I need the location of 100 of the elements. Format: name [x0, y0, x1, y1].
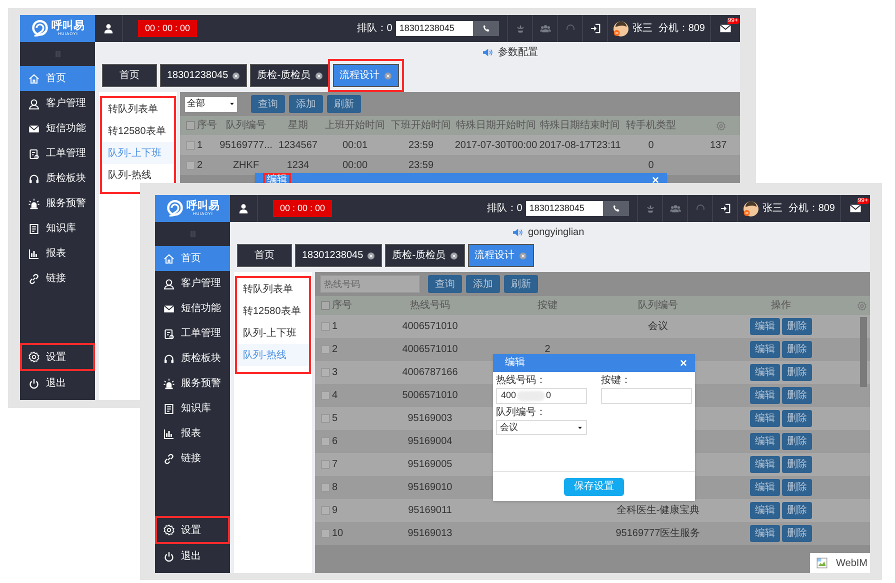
close-icon[interactable] [232, 72, 240, 80]
avatar-icon[interactable] [613, 20, 630, 36]
phone-number-field[interactable]: 18301238045 [526, 201, 604, 216]
submenu-item[interactable]: 转12580表单 [102, 120, 174, 142]
row-checkbox[interactable] [321, 483, 330, 492]
toolbar-button[interactable]: 添加 [466, 275, 500, 293]
row-action-button[interactable]: 删除 [782, 341, 812, 358]
sidebar-item[interactable]: 首页 [20, 66, 95, 91]
sidebar-item[interactable]: 服务预警 [20, 191, 95, 216]
submenu-item[interactable]: 队列-热线 [102, 164, 174, 186]
row-action-button[interactable]: 删除 [782, 479, 812, 496]
mail-icon[interactable] [719, 22, 732, 35]
submenu-item[interactable]: 转队列表单 [237, 278, 309, 300]
sidebar-item[interactable]: 服务预警 [155, 371, 230, 396]
row-checkbox[interactable] [321, 506, 330, 515]
sidebar-item[interactable]: 退出 [20, 371, 95, 396]
tab[interactable]: 质检-质检员 [250, 64, 330, 87]
row-action-button[interactable]: 编辑 [750, 341, 780, 358]
close-button[interactable]: × [680, 357, 687, 369]
select-all-checkbox[interactable] [186, 121, 195, 130]
toolbar-button[interactable]: 添加 [289, 95, 323, 113]
close-icon[interactable] [314, 72, 323, 80]
select-all-checkbox[interactable] [321, 301, 330, 310]
row-action-button[interactable]: 删除 [782, 433, 812, 450]
submenu-item[interactable]: 转队列表单 [102, 98, 174, 120]
toolbar-button[interactable]: 查询 [251, 95, 285, 113]
settings-icon[interactable] [857, 300, 867, 310]
exit-icon[interactable] [720, 203, 731, 214]
row-action-button[interactable]: 编辑 [750, 318, 780, 335]
mail-icon[interactable] [849, 202, 862, 215]
row-action-button[interactable]: 编辑 [750, 525, 780, 542]
call-button[interactable] [603, 201, 630, 216]
row-checkbox[interactable] [321, 322, 330, 331]
settings-icon[interactable] [716, 120, 726, 130]
row-checkbox[interactable] [321, 368, 330, 377]
row-action-button[interactable]: 编辑 [750, 387, 780, 404]
exit-icon[interactable] [590, 23, 601, 34]
sidebar-item[interactable]: 质检板块 [155, 346, 230, 371]
lotus-icon[interactable] [514, 23, 526, 34]
sidebar-item[interactable]: 质检板块 [20, 166, 95, 191]
row-action-button[interactable]: 删除 [782, 387, 812, 404]
row-action-button[interactable]: 编辑 [750, 364, 780, 381]
close-button[interactable]: × [652, 174, 659, 186]
row-checkbox[interactable] [321, 529, 330, 538]
sidebar-item[interactable]: 知识库 [155, 396, 230, 421]
sidebar-item[interactable]: 报表 [155, 421, 230, 446]
group-icon[interactable] [540, 23, 551, 34]
sidebar-item[interactable]: 客户管理 [155, 271, 230, 296]
row-checkbox[interactable] [321, 437, 330, 446]
sidebar-item[interactable]: 设置 [155, 516, 230, 544]
user-icon[interactable] [103, 23, 114, 34]
sidebar-item[interactable]: 链接 [155, 446, 230, 471]
user-icon[interactable] [238, 203, 249, 214]
sidebar-item[interactable]: 短信功能 [155, 296, 230, 321]
row-action-button[interactable]: 编辑 [750, 433, 780, 450]
close-icon[interactable] [367, 252, 376, 260]
tab[interactable]: 首页 [102, 64, 157, 87]
row-action-button[interactable]: 编辑 [750, 410, 780, 427]
close-icon[interactable] [450, 252, 458, 260]
tab[interactable]: 质检-质检员 [385, 244, 465, 267]
filter-dropdown[interactable]: 全部 [185, 96, 237, 112]
sidebar-item[interactable]: 首页 [155, 246, 230, 271]
sidebar-item[interactable]: 客户管理 [20, 91, 95, 116]
row-checkbox[interactable] [321, 345, 330, 354]
row-checkbox[interactable] [321, 391, 330, 400]
sidebar-item[interactable]: 工单管理 [20, 141, 95, 166]
sidebar-item[interactable]: 知识库 [20, 216, 95, 241]
toolbar-button[interactable]: 刷新 [504, 275, 538, 293]
toolbar-button[interactable]: 查询 [428, 275, 462, 293]
lotus-icon[interactable] [644, 203, 656, 214]
row-action-button[interactable]: 删除 [782, 364, 812, 381]
key-field[interactable] [601, 388, 692, 404]
sidebar-item[interactable]: 短信功能 [20, 116, 95, 141]
row-checkbox[interactable] [186, 160, 195, 170]
avatar-icon[interactable] [743, 200, 760, 216]
call-button[interactable] [473, 21, 500, 36]
webim-widget[interactable]: WebIM [810, 553, 870, 573]
row-action-button[interactable]: 删除 [782, 410, 812, 427]
submenu-item[interactable]: 队列-上下班 [237, 322, 309, 344]
tab[interactable]: 18301238045 [295, 244, 382, 267]
sidebar-item[interactable]: 设置 [20, 343, 95, 371]
group-icon[interactable] [670, 203, 681, 214]
queue-dropdown[interactable]: 会议 [496, 420, 587, 435]
row-action-button[interactable]: 删除 [782, 525, 812, 542]
sidebar-item[interactable]: 报表 [20, 241, 95, 266]
row-action-button[interactable]: 删除 [782, 456, 812, 473]
row-checkbox[interactable] [321, 460, 330, 469]
tab[interactable]: 18301238045 [160, 64, 248, 87]
row-checkbox[interactable] [186, 140, 195, 150]
hotline-field[interactable]: 400 0 [496, 388, 587, 404]
sidebar-item[interactable]: 退出 [155, 544, 230, 569]
tab[interactable]: 首页 [237, 244, 292, 267]
scrollbar[interactable] [860, 317, 867, 387]
sidebar-item[interactable]: 工单管理 [155, 321, 230, 346]
row-checkbox[interactable] [321, 414, 330, 423]
row-action-button[interactable]: 编辑 [750, 456, 780, 473]
search-field[interactable]: 热线号码 [320, 275, 420, 293]
row-action-button[interactable]: 编辑 [750, 502, 780, 519]
tab[interactable]: 流程设计 [468, 244, 534, 267]
sidebar-item[interactable]: 链接 [20, 266, 95, 291]
